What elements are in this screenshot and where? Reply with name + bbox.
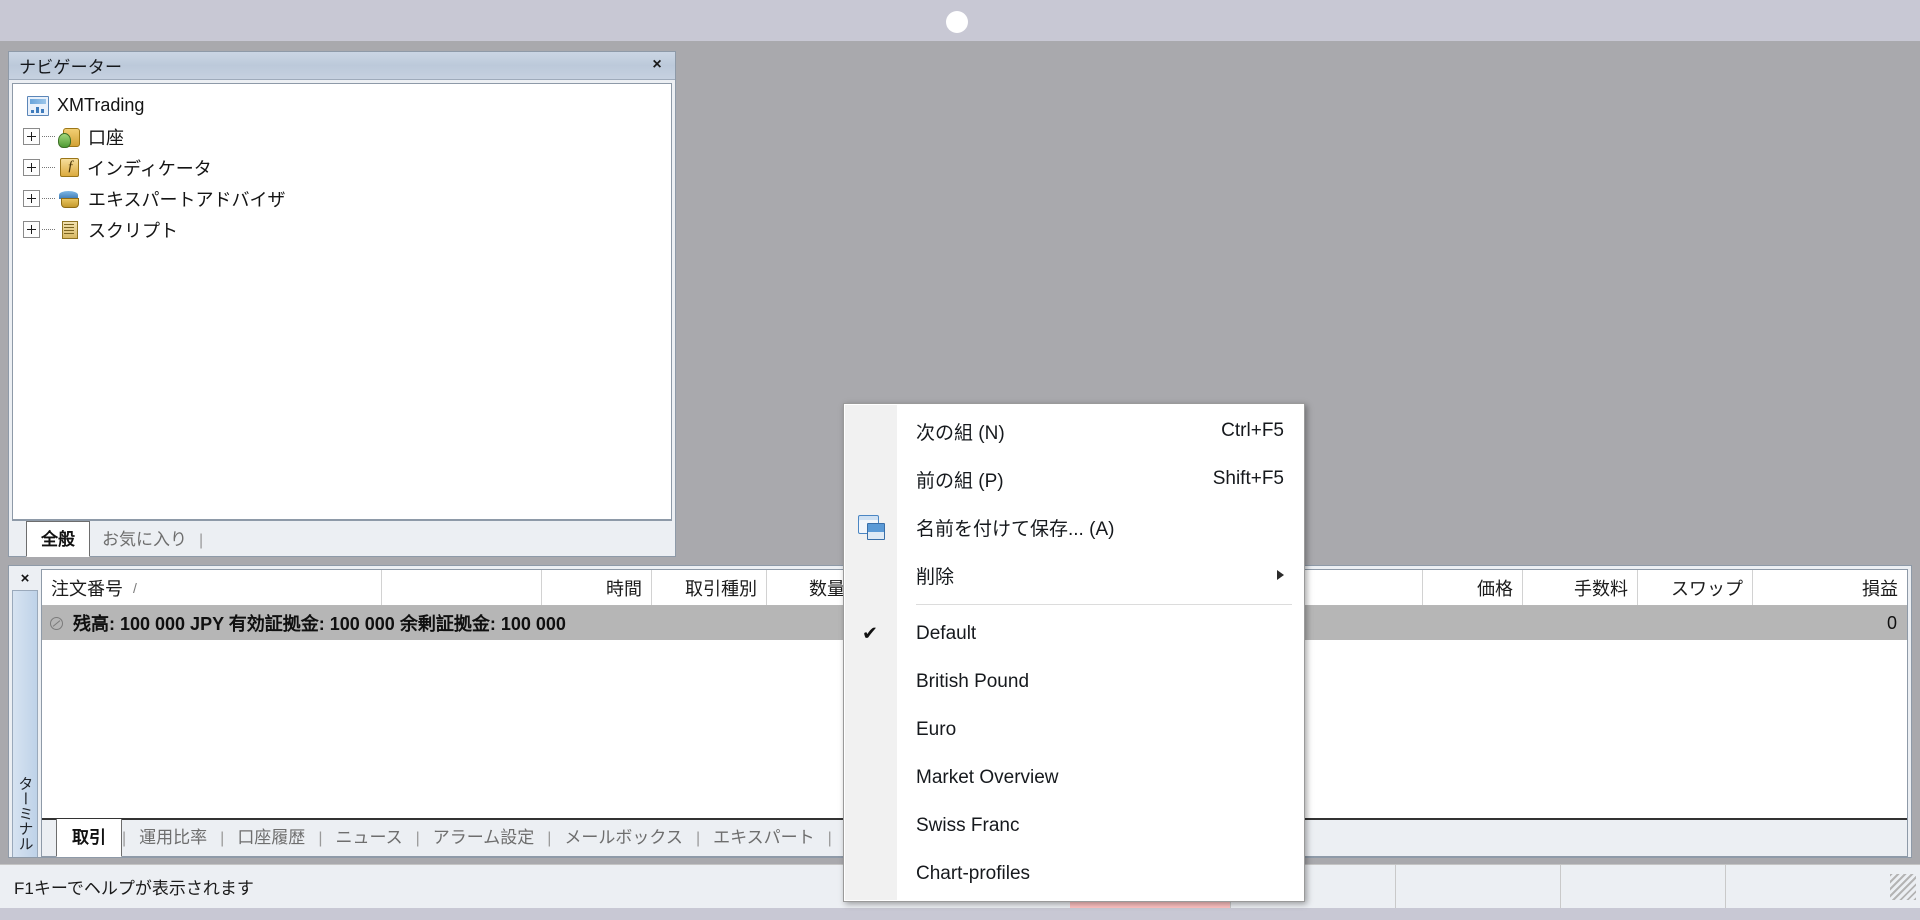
tree-item-label: 口座 <box>88 124 124 150</box>
tree-item-xmtrading[interactable]: XMTrading <box>13 90 671 121</box>
sort-indicator-icon: / <box>133 580 137 596</box>
column-header-blank-3[interactable] <box>1303 570 1423 605</box>
menu-item-previous-profile[interactable]: 前の組 (P) Shift+F5 <box>844 455 1304 503</box>
navigator-tab-favorites[interactable]: お気に入り <box>90 522 199 556</box>
expert-advisor-hat-icon <box>58 189 80 209</box>
status-cell-4 <box>1725 865 1890 909</box>
column-header-time[interactable]: 時間 <box>542 570 652 605</box>
terminal-tab-alerts[interactable]: アラーム設定 <box>420 819 548 856</box>
tree-item-label: XMTrading <box>57 95 144 116</box>
tree-item-expert-advisors[interactable]: エキスパートアドバイザ <box>13 183 671 214</box>
column-header-type[interactable]: 取引種別 <box>652 570 767 605</box>
bottom-chrome-strip <box>0 908 1920 920</box>
menu-item-label: 次の組 (N) <box>916 418 1197 445</box>
menu-item-profile-british-pound[interactable]: British Pound <box>844 658 1304 706</box>
column-header-blank-1[interactable] <box>382 570 542 605</box>
close-icon[interactable]: × <box>647 55 667 75</box>
expand-plus-icon[interactable] <box>23 190 40 207</box>
navigator-tree: XMTrading 口座 インディケータ <box>12 83 672 520</box>
checkmark-icon: ✔ <box>862 623 878 646</box>
workspace-area: ナビゲーター × XMTrading 口座 <box>0 41 1920 920</box>
expand-plus-icon[interactable] <box>23 159 40 176</box>
navigator-title: ナビゲーター <box>19 53 122 78</box>
menu-item-label: Chart-profiles <box>916 863 1284 885</box>
indicator-fx-icon <box>60 158 79 177</box>
save-as-icon <box>858 515 884 539</box>
submenu-arrow-icon <box>1277 570 1284 580</box>
menu-item-label: 前の組 (P) <box>916 466 1189 493</box>
navigator-tab-bar: 全般 お気に入り | <box>12 520 672 556</box>
column-header-price[interactable]: 価格 <box>1423 570 1523 605</box>
status-help-text: F1キーでヘルプが表示されます <box>0 874 254 899</box>
expand-plus-icon[interactable] <box>23 221 40 238</box>
tree-connector <box>42 229 55 230</box>
menu-item-label: Swiss Franc <box>916 815 1284 837</box>
status-cell-3 <box>1560 865 1725 909</box>
tab-separator: | <box>199 532 203 556</box>
terminal-vertical-tab[interactable]: ターミナル <box>12 590 38 857</box>
profiles-context-menu: 次の組 (N) Ctrl+F5 前の組 (P) Shift+F5 名前を付けて保… <box>843 403 1305 902</box>
top-chrome-bar <box>0 0 1920 41</box>
navigator-titlebar: ナビゲーター × <box>9 52 675 80</box>
tree-item-label: スクリプト <box>88 217 178 243</box>
column-header-profit[interactable]: 損益 <box>1753 570 1907 605</box>
menu-item-delete[interactable]: 削除 <box>844 551 1304 599</box>
column-label: 注文番号 <box>51 575 123 601</box>
menu-item-profile-euro[interactable]: Euro <box>844 706 1304 754</box>
terminal-vertical-label: ターミナル <box>15 776 36 851</box>
balance-status-icon <box>50 617 63 630</box>
menu-item-profile-default[interactable]: ✔ Default <box>844 610 1304 658</box>
menu-item-label: Euro <box>916 719 1284 741</box>
menu-item-next-profile[interactable]: 次の組 (N) Ctrl+F5 <box>844 407 1304 455</box>
column-header-swap[interactable]: スワップ <box>1638 570 1753 605</box>
accounts-icon <box>58 127 80 147</box>
tree-connector <box>42 136 55 137</box>
column-header-order-number[interactable]: 注文番号 / <box>42 570 382 605</box>
tree-connector <box>42 167 55 168</box>
chart-terminal-icon <box>27 96 49 116</box>
tree-item-accounts[interactable]: 口座 <box>13 121 671 152</box>
tree-item-indicators[interactable]: インディケータ <box>13 152 671 183</box>
status-cell-2 <box>1395 865 1560 909</box>
menu-item-label: 名前を付けて保存... (A) <box>916 514 1284 541</box>
tree-connector <box>42 198 55 199</box>
application-window: ナビゲーター × XMTrading 口座 <box>0 0 1920 920</box>
menu-item-label: British Pound <box>916 671 1284 693</box>
resize-grip-icon[interactable] <box>1890 874 1916 900</box>
terminal-tab-account-history[interactable]: 口座履歴 <box>224 819 318 856</box>
menu-separator <box>916 604 1292 605</box>
terminal-tab-trade[interactable]: 取引 <box>56 819 122 857</box>
script-scroll-icon <box>58 220 80 240</box>
menu-item-label: Market Overview <box>916 767 1284 789</box>
menu-item-profile-market-overview[interactable]: Market Overview <box>844 754 1304 802</box>
tree-item-scripts[interactable]: スクリプト <box>13 214 671 245</box>
tree-item-label: エキスパートアドバイザ <box>88 186 285 212</box>
balance-summary-text: 残高: 100 000 JPY 有効証拠金: 100 000 余剰証拠金: 10… <box>73 610 566 636</box>
menu-item-profile-swiss-franc[interactable]: Swiss Franc <box>844 802 1304 850</box>
terminal-tab-exposure[interactable]: 運用比率 <box>126 819 220 856</box>
tree-item-label: インディケータ <box>87 155 212 181</box>
camera-dot-icon <box>946 11 968 33</box>
navigator-tab-general[interactable]: 全般 <box>26 521 90 557</box>
navigator-panel: ナビゲーター × XMTrading 口座 <box>8 51 676 557</box>
terminal-tab-news[interactable]: ニュース <box>322 819 415 856</box>
terminal-tab-experts[interactable]: エキスパート <box>700 819 828 856</box>
column-header-commission[interactable]: 手数料 <box>1523 570 1638 605</box>
menu-item-label: Default <box>916 623 1284 645</box>
menu-item-save-as[interactable]: 名前を付けて保存... (A) <box>844 503 1304 551</box>
menu-item-profile-chart-profiles[interactable]: Chart-profiles <box>844 850 1304 898</box>
column-header-volume[interactable]: 数量 <box>767 570 855 605</box>
expand-plus-icon[interactable] <box>23 128 40 145</box>
menu-item-shortcut: Ctrl+F5 <box>1221 420 1284 442</box>
menu-item-shortcut: Shift+F5 <box>1213 468 1284 490</box>
balance-profit-value: 0 <box>1887 613 1897 634</box>
close-icon[interactable]: × <box>21 566 30 590</box>
terminal-tab-mailbox[interactable]: メールボックス <box>551 819 696 856</box>
menu-item-label: 削除 <box>916 562 1267 589</box>
terminal-side-strip: × ターミナル <box>9 566 41 857</box>
